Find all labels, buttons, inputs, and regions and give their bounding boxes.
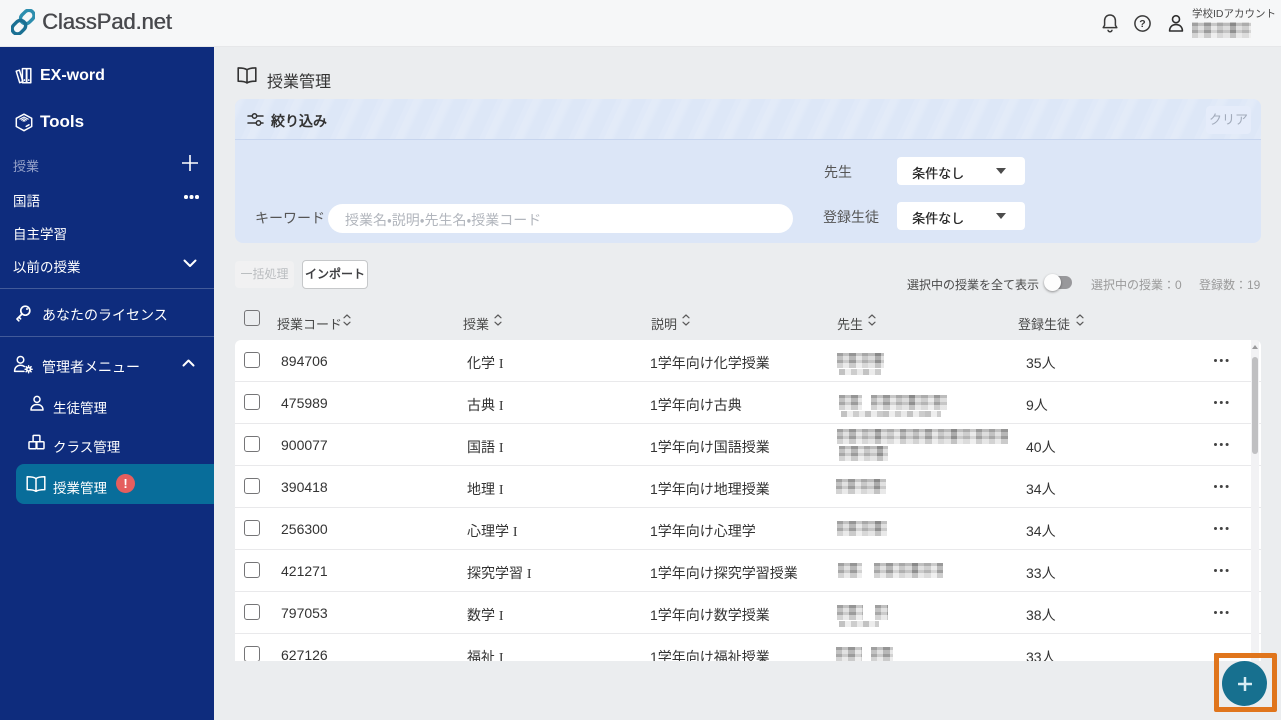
svg-text:?: ?	[1139, 18, 1145, 30]
